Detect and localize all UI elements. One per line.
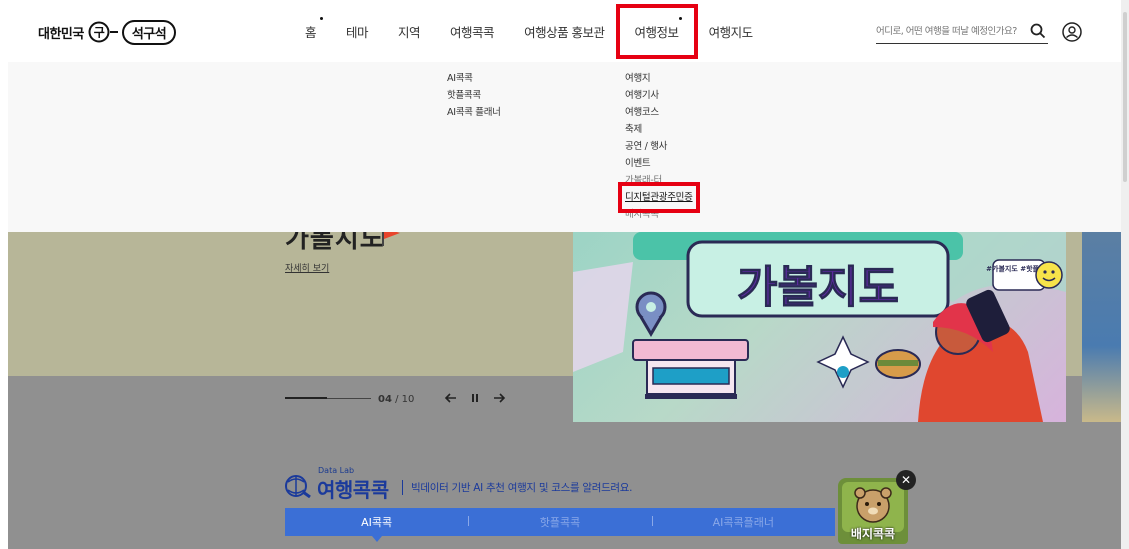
more-link[interactable]: 자세히 보기 xyxy=(285,261,329,274)
arrow-right-icon[interactable] xyxy=(492,391,506,405)
next-slide-preview[interactable] xyxy=(1082,232,1122,422)
logo-mark: 구 xyxy=(88,21,118,43)
menu-item-badge-kokkok[interactable]: 배지콕콕 xyxy=(625,206,693,223)
menu-item-gabollae[interactable]: 가볼래-터 xyxy=(625,172,693,189)
pager-separator: / xyxy=(395,394,399,405)
search-icon[interactable] xyxy=(1030,23,1046,39)
search-input[interactable] xyxy=(876,26,1026,37)
page-scrollbar[interactable] xyxy=(1121,0,1129,549)
tab-ai-kokkok[interactable]: AI콕콕 xyxy=(285,514,468,530)
site-logo[interactable]: 대한민국 구 석구석 xyxy=(38,18,177,46)
menu-item-digital-resident-card[interactable]: 디지털관광주민증 xyxy=(618,182,700,213)
arrow-left-icon[interactable] xyxy=(444,391,458,405)
menu-item-events[interactable]: 이벤트 xyxy=(625,155,693,172)
banner-title: 가볼지도 xyxy=(737,262,899,313)
banner-illustration: 가볼지도 #가볼지도 #핫플지도 xyxy=(573,232,1066,422)
data-lab-logo-icon xyxy=(285,475,311,498)
close-icon[interactable]: ✕ xyxy=(896,470,916,490)
main-nav: 홈 테마 지역 여행콕콕 여행상품 홍보관 여행정보 여행지도 xyxy=(290,0,768,62)
mega-menu-col-kokkok: AI콕콕 핫플콕콕 AI콕콕 플래너 xyxy=(447,70,501,121)
nav-dot-icon xyxy=(678,16,682,20)
user-icon[interactable] xyxy=(1062,22,1082,42)
mega-menu-dropdown: AI콕콕 핫플콕콕 AI콕콕 플래너 여행지 여행기사 여행코스 축제 공연 /… xyxy=(8,62,1121,232)
logo-text-2: 석구석 xyxy=(121,19,177,45)
badge-label: 배지콕콕 xyxy=(850,527,896,541)
data-lab-tabs: AI콕콕 핫플콕콕 AI콕콕플래너 xyxy=(285,508,835,536)
site-header: 대한민국 구 석구석 홈 테마 지역 여행콕콕 여행상품 홍보관 여행정보 여행… xyxy=(0,0,1129,62)
search-box xyxy=(876,20,1048,44)
menu-item-festivals[interactable]: 축제 xyxy=(625,121,693,138)
menu-item-articles[interactable]: 여행기사 xyxy=(625,87,693,104)
nav-home[interactable]: 홈 xyxy=(290,16,331,41)
nav-travel-kokkok[interactable]: 여행콕콕 xyxy=(435,22,509,41)
pause-icon[interactable] xyxy=(470,391,480,405)
mega-menu-col-travel-info: 여행지 여행기사 여행코스 축제 공연 / 행사 이벤트 가볼래-터 디지털관광… xyxy=(618,70,700,223)
nav-product-promo[interactable]: 여행상품 홍보관 xyxy=(509,22,619,41)
pager-current: 04 xyxy=(378,394,392,405)
tab-ai-planner[interactable]: AI콕콕플래너 xyxy=(651,514,835,530)
active-tab-caret xyxy=(372,536,382,542)
menu-item-hotple-kokkok[interactable]: 핫플콕콕 xyxy=(447,87,501,104)
scrollbar-thumb[interactable] xyxy=(1123,12,1127,182)
logo-mark-glyph: 구 xyxy=(94,26,105,40)
menu-item-performances[interactable]: 공연 / 행사 xyxy=(625,138,693,155)
menu-item-ai-planner[interactable]: AI콕콕 플래너 xyxy=(447,104,501,121)
nav-region[interactable]: 지역 xyxy=(383,22,435,41)
menu-item-destinations[interactable]: 여행지 xyxy=(625,70,693,87)
nav-travel-info[interactable]: 여행정보 xyxy=(615,3,698,59)
nav-theme[interactable]: 테마 xyxy=(331,22,383,41)
menu-item-ai-kokkok[interactable]: AI콕콕 xyxy=(447,70,501,87)
badge-kokkok-promo[interactable]: 배지콕콕 xyxy=(838,478,908,544)
logo-text-1: 대한민국 xyxy=(38,26,84,42)
logo-circle-icon: 구 xyxy=(88,21,110,43)
nav-dot-icon xyxy=(320,16,324,20)
logo-connector-icon xyxy=(109,31,118,33)
slide-pager: 04 / 10 xyxy=(378,394,414,405)
nav-travel-map[interactable]: 여행지도 xyxy=(694,22,768,41)
progress-bar xyxy=(285,397,327,399)
tab-hotple-kokkok[interactable]: 핫플콕콕 xyxy=(468,514,651,530)
pager-total: 10 xyxy=(401,394,415,405)
data-lab-title: 여행콕콕 xyxy=(317,478,389,502)
slide-controls xyxy=(444,391,506,405)
menu-item-courses[interactable]: 여행코스 xyxy=(625,104,693,121)
hero-banner-image[interactable]: 가볼지도 #가볼지도 #핫플지도 xyxy=(573,232,1066,422)
data-lab-description: 빅데이터 기반 AI 추천 여행지 및 코스를 알려드려요. xyxy=(402,480,632,495)
